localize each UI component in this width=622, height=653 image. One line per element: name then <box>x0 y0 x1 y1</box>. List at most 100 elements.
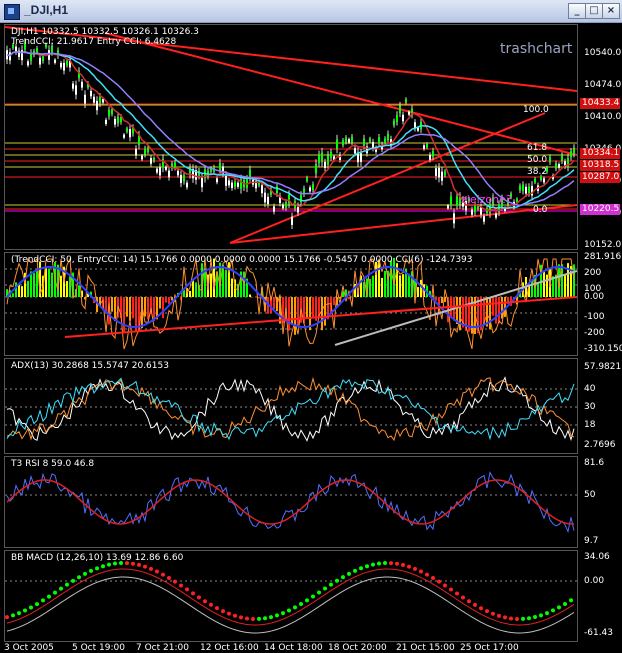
cci-histogram-bar <box>111 297 113 312</box>
cci-histogram-bar <box>381 278 383 297</box>
macd-dot <box>515 617 519 621</box>
candle-body <box>39 58 41 65</box>
macd-dot <box>53 591 57 595</box>
candle-body <box>435 168 437 176</box>
candle-body <box>450 196 452 205</box>
macd-dot <box>59 587 63 591</box>
cci-info-line: TrendCCI: 21.9617 Entry CCI: 6.4628 <box>11 37 176 47</box>
candle-body <box>219 163 221 171</box>
candle-body <box>402 115 404 121</box>
candle-body <box>384 139 386 144</box>
cci-histogram-bar <box>225 270 227 297</box>
macd-dot <box>563 602 567 606</box>
candle-body <box>186 183 188 188</box>
macd-signal-line <box>7 569 574 625</box>
title-bar[interactable]: _DJI,H1 _ □ × <box>0 0 622 23</box>
candle-body <box>60 63 62 67</box>
candle-body <box>105 120 107 124</box>
cci-histogram-bar <box>333 297 335 305</box>
macd-dot <box>311 594 315 598</box>
candle-body <box>81 82 83 88</box>
price-panel[interactable]: DJI,H1 10332.5 10332.5 10326.1 10326.3 T… <box>4 24 578 250</box>
macd-dot <box>437 580 441 584</box>
macd-dot <box>215 606 219 610</box>
macd-dot <box>299 602 303 606</box>
macd-dot <box>65 583 69 587</box>
cci-histogram-bar <box>390 261 392 297</box>
macd-dot <box>269 615 273 619</box>
cci-histogram-bar <box>78 285 80 297</box>
macd-dot <box>287 608 291 612</box>
cci-histogram-bar <box>384 271 386 297</box>
cci-histogram-bar <box>546 275 548 297</box>
candle-body <box>183 175 185 181</box>
candle-body <box>480 207 482 214</box>
cci-histogram-bar <box>399 275 401 297</box>
close-button[interactable]: × <box>602 3 620 19</box>
candle-body <box>309 187 311 191</box>
cci-histogram-bar <box>435 297 437 300</box>
cci-histogram-bar <box>159 297 161 309</box>
candle-body <box>291 217 293 225</box>
maximize-button[interactable]: □ <box>585 3 603 19</box>
cci-histogram-bar <box>48 269 50 297</box>
candle-body <box>153 158 155 161</box>
time-axis: 3 Oct 2005 5 Oct 19:00 7 Oct 21:00 12 Oc… <box>4 643 578 652</box>
fib-100: 100.0 <box>523 105 549 115</box>
candle-body <box>369 138 371 141</box>
candle-body <box>267 197 269 204</box>
macd-dot <box>5 615 9 619</box>
macd-dot <box>551 608 555 612</box>
candle-body <box>27 61 29 65</box>
candle-body <box>405 99 407 103</box>
macd-dot <box>167 576 171 580</box>
candle-body <box>570 151 572 157</box>
cci-histogram-bar <box>69 276 71 297</box>
candle-body <box>96 101 98 110</box>
cci-histogram-bar <box>378 260 380 297</box>
macd-dot <box>383 561 387 565</box>
cci-histogram-bar <box>312 297 314 318</box>
macd-dot <box>341 575 345 579</box>
macd-dot <box>239 615 243 619</box>
cci-histogram-bar <box>210 274 212 297</box>
candle-body <box>249 170 251 178</box>
macd-dot <box>329 583 333 587</box>
candle-body <box>324 162 326 168</box>
fib-0: 0.0 <box>533 205 547 215</box>
cci-histogram-bar <box>348 297 350 299</box>
cci-panel[interactable]: (TrendCCI: 50, EntryCCI: 14) 15.1766 0.0… <box>4 252 578 356</box>
candle-body <box>177 171 179 176</box>
cci-histogram-bar <box>369 279 371 297</box>
minimize-button[interactable]: _ <box>568 3 586 19</box>
macd-panel[interactable]: BB MACD (12,26,10) 13.69 12.86 6.60 <box>4 550 578 642</box>
cci-histogram-bar <box>66 281 68 297</box>
macd-dot <box>497 614 501 618</box>
macd-dot <box>359 566 363 570</box>
candle-body <box>336 139 338 148</box>
candle-body <box>156 169 158 173</box>
fib-50: 50.0 <box>527 155 547 165</box>
cci-histogram-bar <box>402 274 404 297</box>
cci-histogram-bar <box>60 276 62 297</box>
candle-body <box>123 135 125 138</box>
macd-dot <box>473 603 477 607</box>
candle-body <box>444 171 446 175</box>
cci-histogram-bar <box>204 269 206 297</box>
macd-dot <box>161 573 165 577</box>
price-tag-5: 10220.5 <box>580 204 620 215</box>
rsi-chart <box>5 457 577 547</box>
candle-body <box>63 63 65 71</box>
adx-panel[interactable]: ADX(13) 30.2868 15.5747 20.6153 <box>4 358 578 454</box>
macd-dot <box>479 606 483 610</box>
candle-body <box>225 176 227 186</box>
macd-dot <box>413 567 417 571</box>
macd-dot <box>77 575 81 579</box>
macd-dot <box>323 587 327 591</box>
cci-histogram-bar <box>372 276 374 297</box>
cci-histogram-bar <box>297 297 299 325</box>
macd-band-line <box>7 577 574 633</box>
watermark: trashchart <box>500 41 572 57</box>
macd-dot <box>95 566 99 570</box>
rsi-panel[interactable]: T3 RSI 8 59.0 46.8 <box>4 456 578 548</box>
